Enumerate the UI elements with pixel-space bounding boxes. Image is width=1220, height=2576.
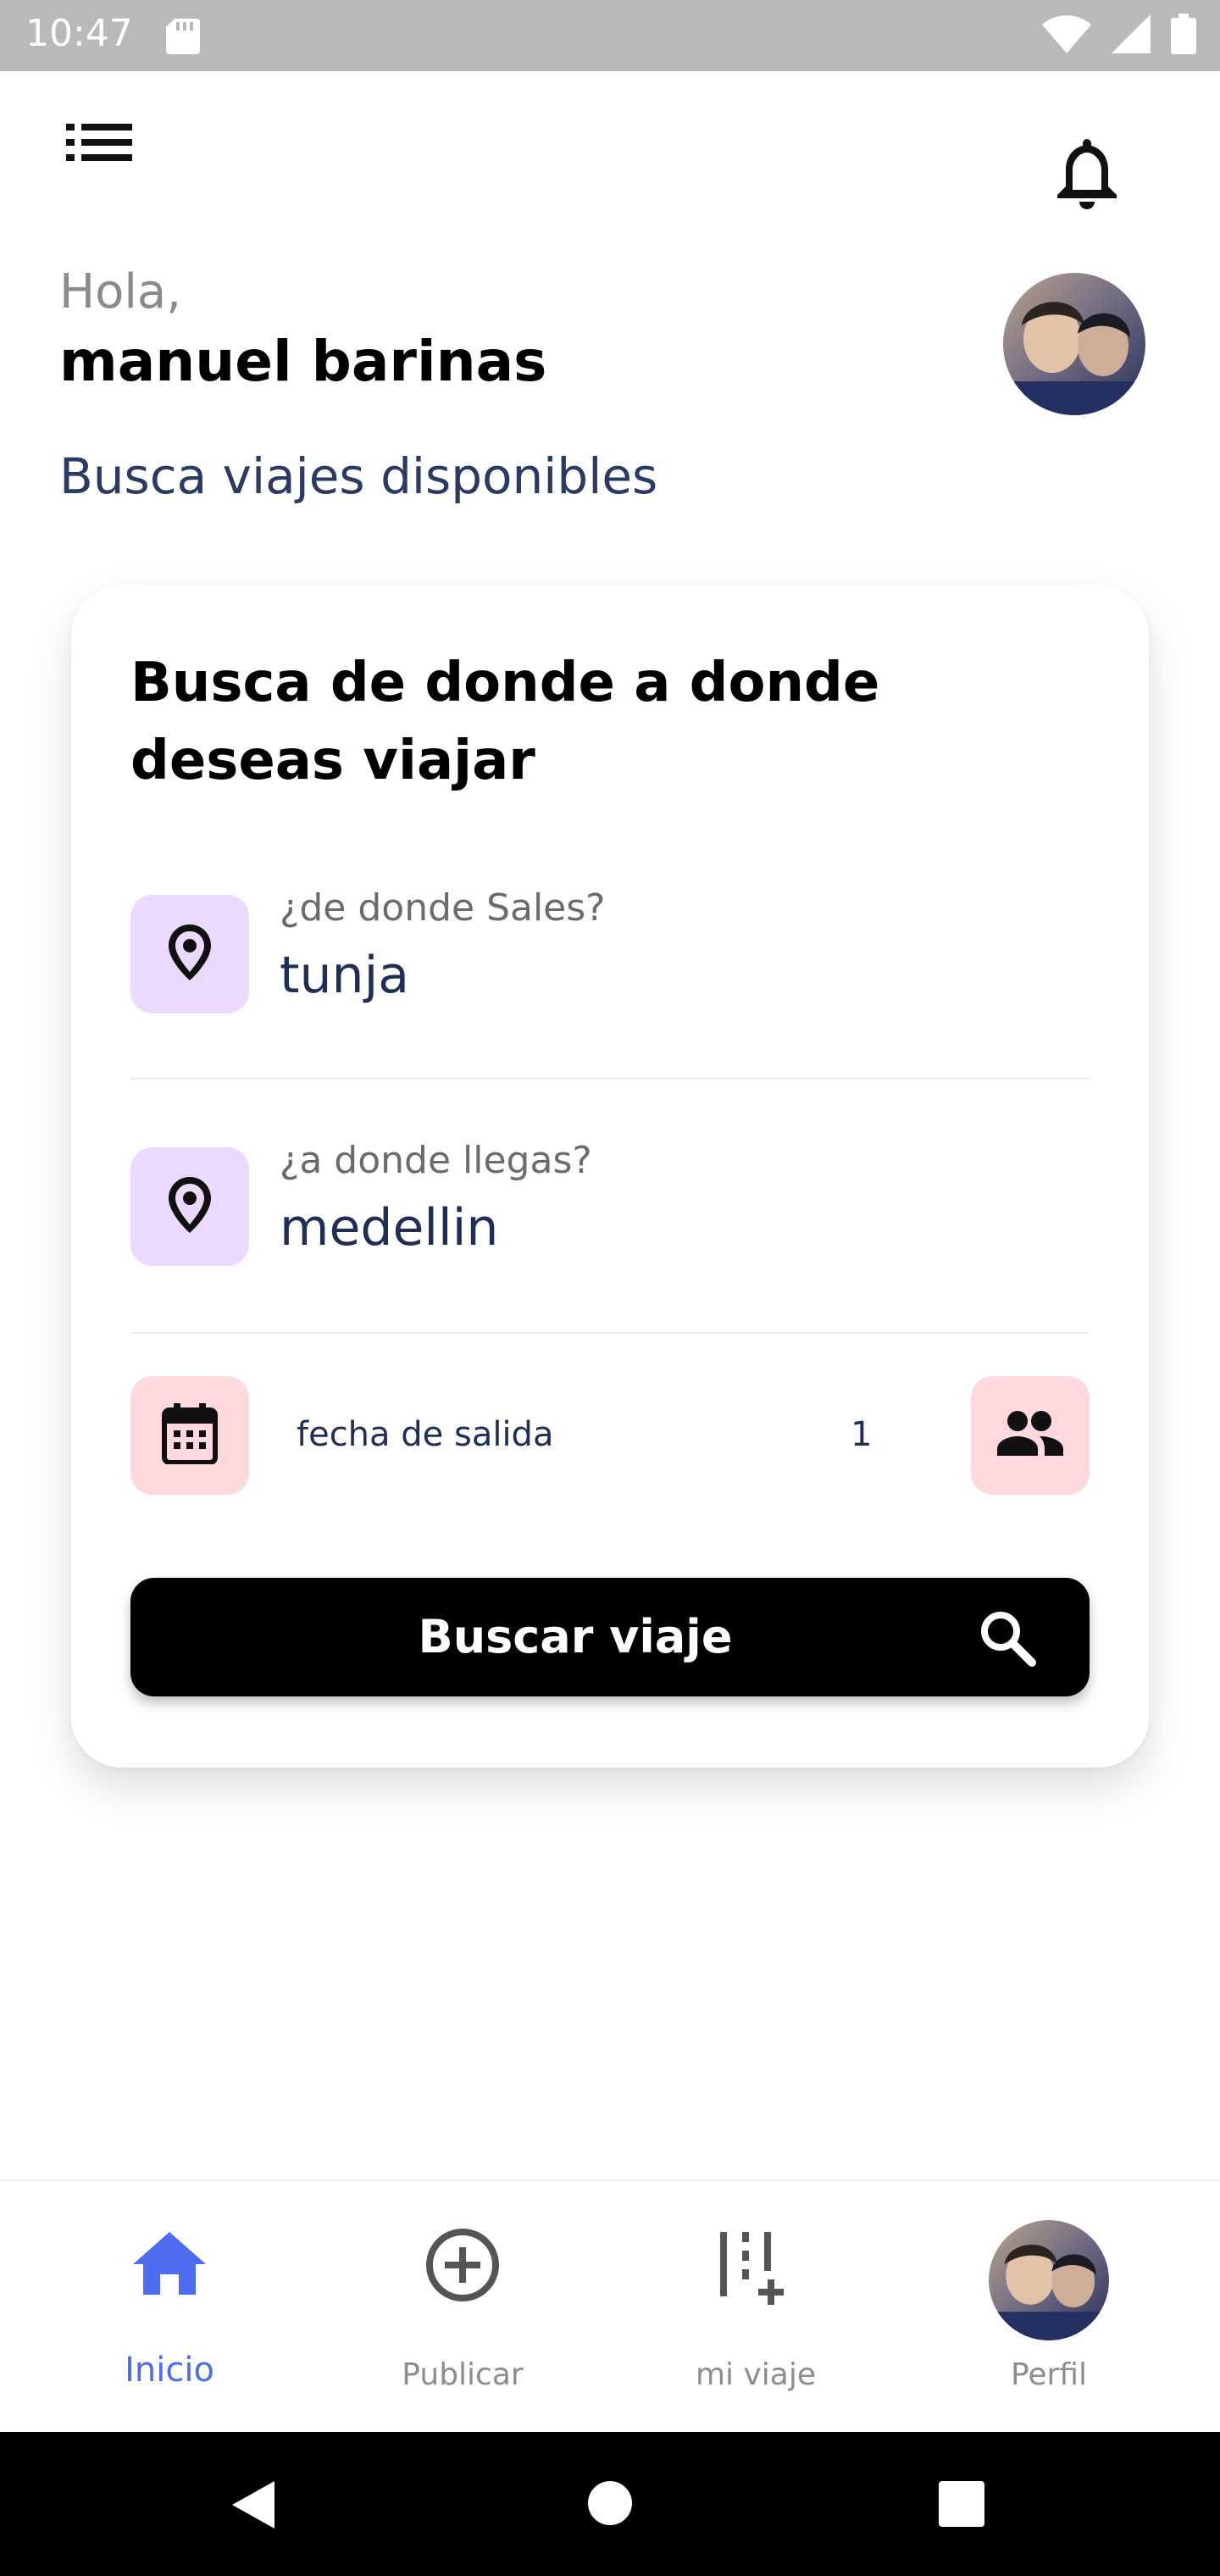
status-time: 10:47 bbox=[25, 12, 133, 55]
back-icon[interactable] bbox=[230, 2479, 276, 2534]
cell-signal-icon bbox=[1112, 14, 1151, 57]
search-icon bbox=[978, 1608, 1037, 1668]
passengers-button[interactable] bbox=[971, 1376, 1090, 1495]
search-trip-label: Buscar viaje bbox=[418, 1610, 733, 1663]
date-label[interactable]: fecha de salida bbox=[297, 1415, 553, 1454]
origin-label: ¿de donde Sales? bbox=[280, 886, 606, 930]
user-name: manuel barinas bbox=[59, 329, 547, 394]
date-button[interactable] bbox=[130, 1376, 249, 1495]
nav-item-publicar[interactable]: Publicar bbox=[352, 2181, 573, 2434]
avatar[interactable] bbox=[1003, 273, 1145, 415]
location-pin-icon bbox=[167, 1175, 213, 1238]
menu-button[interactable] bbox=[66, 119, 136, 169]
route-add-icon bbox=[717, 2232, 795, 2308]
divider bbox=[130, 1332, 1090, 1334]
home-circle-icon[interactable] bbox=[586, 2479, 634, 2530]
system-navigation-bar bbox=[0, 2432, 1220, 2576]
avatar bbox=[989, 2220, 1109, 2340]
nav-label-mi-viaje: mi viaje bbox=[695, 2357, 817, 2392]
calendar-icon bbox=[162, 1403, 218, 1468]
origin-value[interactable]: tunja bbox=[280, 946, 409, 1005]
bottom-navigation: Inicio Publicar mi viaje Perfil bbox=[0, 2179, 1220, 2432]
nav-item-inicio[interactable]: Inicio bbox=[59, 2181, 280, 2434]
search-trip-button[interactable]: Buscar viaje bbox=[130, 1578, 1090, 1696]
card-title: Busca de donde a donde deseas viajar bbox=[130, 652, 880, 792]
sd-card-icon bbox=[166, 19, 200, 54]
wifi-icon bbox=[1042, 14, 1091, 57]
status-bar: 10:47 bbox=[0, 0, 1220, 71]
destination-icon-box bbox=[130, 1147, 249, 1266]
passenger-count: 1 bbox=[851, 1415, 873, 1454]
list-menu-icon bbox=[66, 124, 136, 173]
origin-icon-box bbox=[130, 895, 249, 1013]
home-icon bbox=[131, 2229, 208, 2300]
search-card: Busca de donde a donde deseas viajar ¿de… bbox=[71, 585, 1149, 1768]
people-icon bbox=[995, 1410, 1065, 1461]
battery-icon bbox=[1171, 14, 1196, 58]
add-circle-icon bbox=[424, 2227, 501, 2307]
location-pin-icon bbox=[167, 923, 213, 985]
divider bbox=[130, 1078, 1090, 1080]
destination-label: ¿a donde llegas? bbox=[280, 1139, 592, 1182]
recents-square-icon[interactable] bbox=[939, 2481, 984, 2530]
nav-label-publicar: Publicar bbox=[402, 2357, 524, 2392]
destination-value[interactable]: medellin bbox=[280, 1198, 498, 1257]
nav-label-perfil: Perfil bbox=[1010, 2357, 1088, 2392]
destination-field[interactable]: ¿a donde llegas? medellin bbox=[130, 1139, 1090, 1266]
greeting: Hola, bbox=[59, 264, 182, 319]
nav-label-inicio: Inicio bbox=[125, 2351, 214, 2390]
bell-icon bbox=[1051, 139, 1123, 214]
notifications-button[interactable] bbox=[1051, 134, 1123, 210]
subtitle: Busca viajes disponibles bbox=[59, 447, 658, 505]
origin-field[interactable]: ¿de donde Sales? tunja bbox=[130, 886, 1090, 1013]
nav-item-mi-viaje[interactable]: mi viaje bbox=[646, 2181, 866, 2434]
nav-item-perfil[interactable]: Perfil bbox=[939, 2181, 1159, 2434]
